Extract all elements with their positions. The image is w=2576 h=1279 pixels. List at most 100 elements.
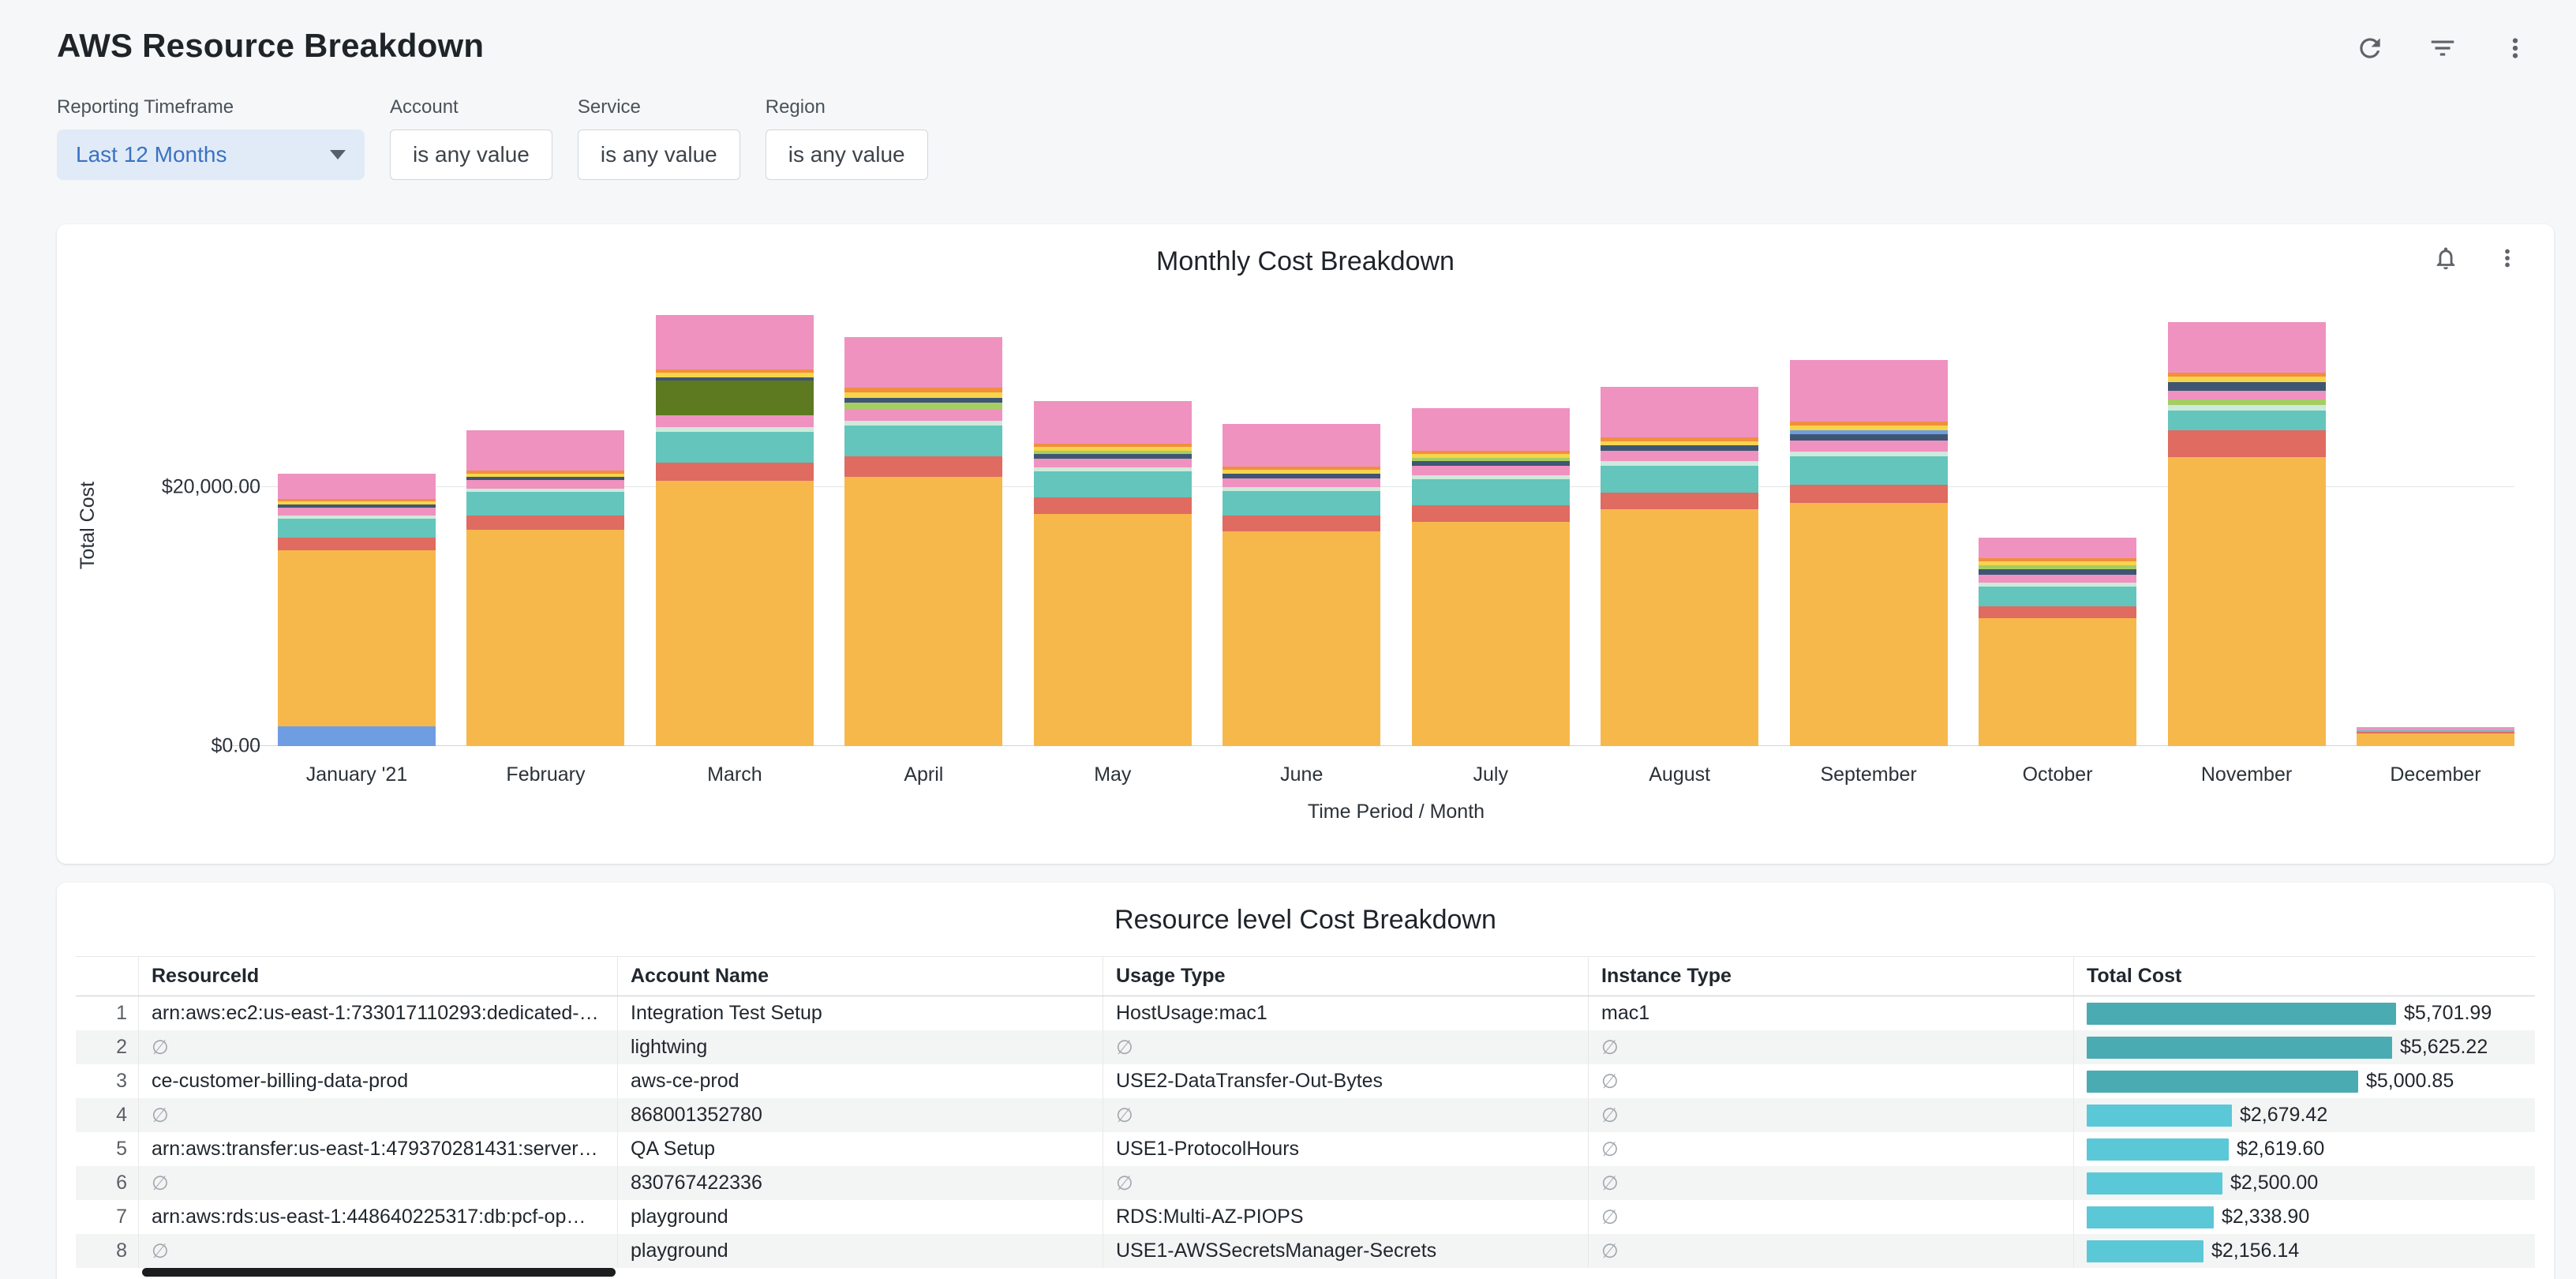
bar-segment[interactable] bbox=[1979, 575, 2136, 583]
horizontal-scrollbar-thumb[interactable] bbox=[142, 1268, 616, 1277]
bar-segment[interactable] bbox=[1790, 360, 1948, 422]
refresh-icon[interactable] bbox=[2353, 32, 2387, 65]
bar-segment[interactable] bbox=[2168, 391, 2326, 399]
col-header-account-name[interactable]: Account Name bbox=[618, 957, 1103, 996]
bar-segment[interactable] bbox=[278, 519, 436, 538]
bar-segment[interactable] bbox=[1979, 587, 2136, 606]
bar-segment[interactable] bbox=[1034, 471, 1192, 497]
bar-segment[interactable] bbox=[278, 508, 436, 516]
bar-segment[interactable] bbox=[1034, 401, 1192, 444]
bar-segment[interactable] bbox=[656, 481, 814, 746]
table-row[interactable]: 7arn:aws:rds:us-east-1:448640225317:db:p… bbox=[76, 1200, 2535, 1234]
bar-june[interactable] bbox=[1222, 424, 1380, 746]
bar-segment[interactable] bbox=[1601, 387, 1758, 437]
bar-segment[interactable] bbox=[1222, 424, 1380, 467]
table-row[interactable]: 6∅830767422336∅∅$2,500.00 bbox=[76, 1166, 2535, 1200]
bar-segment[interactable] bbox=[2168, 399, 2326, 405]
bar-segment[interactable] bbox=[1222, 491, 1380, 516]
bar-march[interactable] bbox=[656, 315, 814, 746]
bar-segment[interactable] bbox=[2168, 411, 2326, 430]
bar-october[interactable] bbox=[1979, 538, 2136, 746]
bar-segment[interactable] bbox=[1790, 434, 1948, 441]
bar-segment[interactable] bbox=[656, 415, 814, 427]
col-header-resource-id[interactable]: ResourceId bbox=[139, 957, 618, 996]
bar-august[interactable] bbox=[1601, 387, 1758, 746]
col-header-instance-type[interactable]: Instance Type bbox=[1589, 957, 2074, 996]
bar-segment[interactable] bbox=[844, 409, 1002, 421]
bar-segment[interactable] bbox=[278, 474, 436, 499]
more-vert-icon[interactable] bbox=[2499, 32, 2532, 65]
bar-segment[interactable] bbox=[2168, 430, 2326, 457]
bar-segment[interactable] bbox=[1979, 569, 2136, 575]
bar-segment[interactable] bbox=[1601, 509, 1758, 746]
bar-segment[interactable] bbox=[2168, 457, 2326, 746]
bar-may[interactable] bbox=[1034, 401, 1192, 746]
table-row[interactable]: 3ce-customer-billing-data-prodaws-ce-pro… bbox=[76, 1064, 2535, 1098]
bar-segment[interactable] bbox=[1034, 497, 1192, 514]
bar-segment[interactable] bbox=[466, 492, 624, 516]
table-row[interactable]: 4∅868001352780∅∅$2,679.42 bbox=[76, 1098, 2535, 1132]
reporting-timeframe-dropdown[interactable]: Last 12 Months bbox=[57, 129, 365, 180]
bar-segment[interactable] bbox=[1979, 618, 2136, 746]
bar-segment[interactable] bbox=[1412, 522, 1570, 746]
region-filter-button[interactable]: is any value bbox=[766, 129, 928, 180]
bar-segment[interactable] bbox=[1412, 479, 1570, 505]
bar-segment[interactable] bbox=[2168, 322, 2326, 373]
table-row[interactable]: 5arn:aws:transfer:us-east-1:479370281431… bbox=[76, 1132, 2535, 1166]
bar-september[interactable] bbox=[1790, 360, 1948, 746]
bar-segment[interactable] bbox=[1601, 493, 1758, 509]
bar-april[interactable] bbox=[844, 337, 1002, 746]
bar-july[interactable] bbox=[1412, 408, 1570, 746]
bar-segment[interactable] bbox=[1034, 459, 1192, 467]
bar-november[interactable] bbox=[2168, 322, 2326, 746]
bar-january-21[interactable] bbox=[278, 474, 436, 746]
filter-icon[interactable] bbox=[2426, 32, 2459, 65]
bar-segment[interactable] bbox=[656, 315, 814, 369]
bar-segment[interactable] bbox=[1412, 505, 1570, 522]
bar-december[interactable] bbox=[2357, 727, 2514, 746]
alert-bell-icon[interactable] bbox=[2432, 245, 2461, 273]
bar-segment[interactable] bbox=[278, 550, 436, 726]
service-filter-button[interactable]: is any value bbox=[578, 129, 740, 180]
bar-segment[interactable] bbox=[844, 392, 1002, 398]
bar-segment[interactable] bbox=[1790, 441, 1948, 452]
bar-segment[interactable] bbox=[1790, 456, 1948, 485]
bar-segment[interactable] bbox=[844, 456, 1002, 477]
more-vert-icon[interactable] bbox=[2494, 245, 2522, 273]
table-row[interactable]: 1arn:aws:ec2:us-east-1:733017110293:dedi… bbox=[76, 996, 2535, 1030]
col-header-usage-type[interactable]: Usage Type bbox=[1103, 957, 1589, 996]
bar-segment[interactable] bbox=[1790, 503, 1948, 746]
bar-segment[interactable] bbox=[278, 538, 436, 550]
bar-segment[interactable] bbox=[1979, 606, 2136, 618]
bar-segment[interactable] bbox=[844, 426, 1002, 456]
bar-segment[interactable] bbox=[1412, 466, 1570, 475]
account-filter-button[interactable]: is any value bbox=[390, 129, 552, 180]
bar-segment[interactable] bbox=[278, 726, 436, 746]
bar-segment[interactable] bbox=[1034, 514, 1192, 746]
bar-segment[interactable] bbox=[2357, 733, 2514, 746]
bar-segment[interactable] bbox=[656, 463, 814, 481]
bar-segment[interactable] bbox=[1222, 531, 1380, 746]
bar-segment[interactable] bbox=[844, 477, 1002, 746]
bar-segment[interactable] bbox=[466, 516, 624, 530]
bar-segment[interactable] bbox=[466, 430, 624, 471]
bar-segment[interactable] bbox=[1601, 445, 1758, 451]
bar-segment[interactable] bbox=[1222, 478, 1380, 487]
table-row[interactable]: 2∅lightwing∅∅$5,625.22 bbox=[76, 1030, 2535, 1064]
bar-segment[interactable] bbox=[466, 480, 624, 489]
table-row[interactable]: 8∅playgroundUSE1-AWSSecretsManager-Secre… bbox=[76, 1234, 2535, 1268]
bar-segment[interactable] bbox=[656, 381, 814, 415]
bar-segment[interactable] bbox=[1601, 451, 1758, 461]
col-header-total-cost[interactable]: Total Cost bbox=[2074, 957, 2535, 996]
bar-segment[interactable] bbox=[1601, 466, 1758, 493]
bar-segment[interactable] bbox=[844, 337, 1002, 388]
bar-segment[interactable] bbox=[1222, 516, 1380, 531]
bar-segment[interactable] bbox=[2168, 405, 2326, 411]
bar-segment[interactable] bbox=[2168, 382, 2326, 391]
bar-segment[interactable] bbox=[656, 432, 814, 463]
bar-segment[interactable] bbox=[466, 530, 624, 746]
bar-segment[interactable] bbox=[1412, 408, 1570, 451]
bar-segment[interactable] bbox=[2168, 377, 2326, 382]
bar-segment[interactable] bbox=[1790, 485, 1948, 503]
bar-segment[interactable] bbox=[844, 403, 1002, 409]
